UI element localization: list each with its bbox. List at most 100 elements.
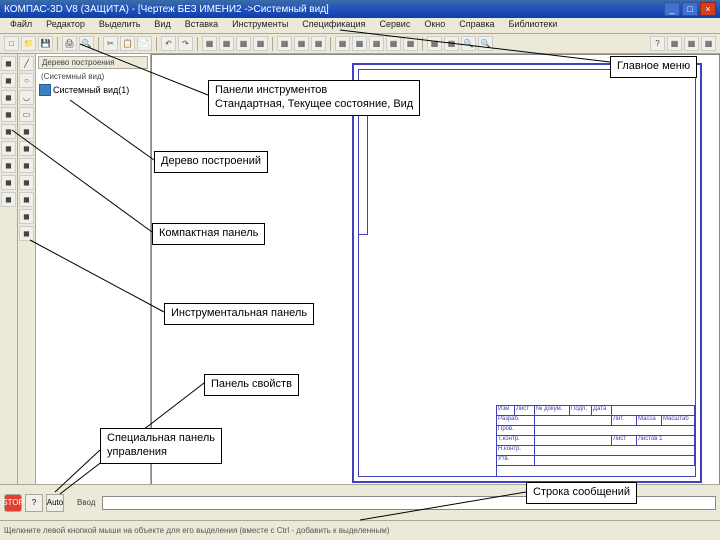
status-bar: Щелкните левой кнопкой мыши на объекте д… xyxy=(0,520,720,540)
line-tool-icon[interactable]: ╱ xyxy=(19,56,34,71)
menu-edit[interactable]: Редактор xyxy=(40,18,91,33)
menubar: Файл Редактор Выделить Вид Вставка Инстр… xyxy=(0,18,720,34)
tb-icon[interactable]: ▦ xyxy=(352,36,367,51)
separator xyxy=(422,37,423,51)
tb-cell: Лит. xyxy=(612,416,637,425)
tb-icon[interactable]: ▦ xyxy=(236,36,251,51)
undo-icon[interactable]: ↶ xyxy=(161,36,176,51)
copy-icon[interactable]: 📋 xyxy=(120,36,135,51)
tool-icon[interactable]: ◼ xyxy=(19,175,34,190)
standard-toolbar: □ 📁 💾 🖨 🔍 ✂ 📋 📄 ↶ ↷ ▦ ▦ ▦ ▦ ▦ ▦ ▦ ▦ ▦ ▦ … xyxy=(0,34,720,54)
tree-header2: (Системный вид) xyxy=(38,71,148,82)
tree-item[interactable]: Системный вид(1) xyxy=(38,83,148,97)
redo-icon[interactable]: ↷ xyxy=(178,36,193,51)
preview-icon[interactable]: 🔍 xyxy=(79,36,94,51)
separator xyxy=(197,37,198,51)
tool-icon[interactable]: ◼ xyxy=(19,158,34,173)
drawing-area[interactable]: Изм Лист № докум. Подп. Дата Разраб. Лит… xyxy=(151,54,720,520)
menu-window[interactable]: Окно xyxy=(418,18,451,33)
tb-icon[interactable]: ▦ xyxy=(369,36,384,51)
title-block-row: Утв. xyxy=(497,456,695,466)
menu-tools[interactable]: Инструменты xyxy=(226,18,294,33)
tb-icon[interactable]: ▦ xyxy=(202,36,217,51)
callout-main-menu: Главное меню xyxy=(610,56,697,78)
rect-tool-icon[interactable]: ▭ xyxy=(19,107,34,122)
tool-icon[interactable]: ◼ xyxy=(1,73,16,88)
tool-icon[interactable]: ◼ xyxy=(1,124,16,139)
stop-button[interactable]: STOP xyxy=(4,494,22,512)
save-icon[interactable]: 💾 xyxy=(38,36,53,51)
titlebar: КОМПАС-3D V8 (ЗАЩИТА) - [Чертеж БЕЗ ИМЕН… xyxy=(0,0,720,18)
tb-icon[interactable]: ▦ xyxy=(427,36,442,51)
tb-cell: Лист xyxy=(515,406,535,415)
separator xyxy=(156,37,157,51)
zoom-out-icon[interactable]: 🔍 xyxy=(478,36,493,51)
tool-icon[interactable]: ◼ xyxy=(1,107,16,122)
tb-icon[interactable]: ▦ xyxy=(335,36,350,51)
callout-build-tree: Дерево построений xyxy=(154,151,268,173)
minimize-button[interactable]: _ xyxy=(664,2,680,16)
tb-cell xyxy=(535,456,695,465)
menu-view[interactable]: Вид xyxy=(148,18,176,33)
tb-icon[interactable]: ▦ xyxy=(386,36,401,51)
close-button[interactable]: × xyxy=(700,2,716,16)
tool-icon[interactable]: ◼ xyxy=(1,141,16,156)
help-icon[interactable]: ? xyxy=(650,36,665,51)
tb-icon[interactable]: ▦ xyxy=(253,36,268,51)
tb-cell: Н.контр. xyxy=(497,446,535,455)
title-block-row: Н.контр. xyxy=(497,446,695,456)
callout-props: Панель свойств xyxy=(204,374,299,396)
tb-cell: Лист xyxy=(612,436,637,445)
new-icon[interactable]: □ xyxy=(4,36,19,51)
paste-icon[interactable]: 📄 xyxy=(137,36,152,51)
tool-icon[interactable]: ◼ xyxy=(19,141,34,156)
tb-icon[interactable]: ▦ xyxy=(684,36,699,51)
tool-icon[interactable]: ◼ xyxy=(1,90,16,105)
tool-icon[interactable]: ◼ xyxy=(19,209,34,224)
prop-label: Ввод xyxy=(77,498,95,507)
print-icon[interactable]: 🖨 xyxy=(62,36,77,51)
separator xyxy=(272,37,273,51)
tb-icon[interactable]: ▦ xyxy=(701,36,716,51)
tool-icon[interactable]: ◼ xyxy=(19,192,34,207)
circle-tool-icon[interactable]: ○ xyxy=(19,73,34,88)
tool-icon[interactable]: ◼ xyxy=(1,175,16,190)
tool-icon[interactable]: ◼ xyxy=(1,192,16,207)
tb-icon[interactable]: ▦ xyxy=(277,36,292,51)
tb-cell: Дата xyxy=(592,406,612,415)
menu-service[interactable]: Сервис xyxy=(374,18,417,33)
tb-icon[interactable]: ▦ xyxy=(403,36,418,51)
menu-lib[interactable]: Библиотеки xyxy=(503,18,564,33)
help-button[interactable]: ? xyxy=(25,494,43,512)
tb-icon[interactable]: ▦ xyxy=(294,36,309,51)
tb-icon[interactable]: ▦ xyxy=(311,36,326,51)
menu-help[interactable]: Справка xyxy=(453,18,500,33)
tool-icon[interactable]: ◼ xyxy=(1,158,16,173)
tree-item-label: Системный вид(1) xyxy=(53,85,129,95)
tb-cell: Пров. xyxy=(497,426,535,435)
tool-icon[interactable]: ◼ xyxy=(19,124,34,139)
tb-cell: Листов 1 xyxy=(637,436,695,445)
tb-cell: № докум. xyxy=(535,406,570,415)
tb-icon[interactable]: ▦ xyxy=(444,36,459,51)
title-block-row: Т.контр. Лист Листов 1 xyxy=(497,436,695,446)
open-icon[interactable]: 📁 xyxy=(21,36,36,51)
zoom-in-icon[interactable]: 🔍 xyxy=(461,36,476,51)
menu-file[interactable]: Файл xyxy=(4,18,38,33)
tb-icon[interactable]: ▦ xyxy=(219,36,234,51)
arc-tool-icon[interactable]: ◡ xyxy=(19,90,34,105)
tool-icon[interactable]: ◼ xyxy=(19,226,34,241)
maximize-button[interactable]: □ xyxy=(682,2,698,16)
callout-special: Специальная панель управления xyxy=(100,428,222,464)
title-block: Изм Лист № докум. Подп. Дата Разраб. Лит… xyxy=(496,405,696,477)
menu-insert[interactable]: Вставка xyxy=(179,18,224,33)
cut-icon[interactable]: ✂ xyxy=(103,36,118,51)
menu-select[interactable]: Выделить xyxy=(93,18,147,33)
tb-icon[interactable]: ▦ xyxy=(667,36,682,51)
tb-cell: Подп. xyxy=(570,406,592,415)
tb-cell: Утв. xyxy=(497,456,535,465)
auto-button[interactable]: Auto xyxy=(46,494,64,512)
window-title: КОМПАС-3D V8 (ЗАЩИТА) - [Чертеж БЕЗ ИМЕН… xyxy=(4,4,329,15)
tool-icon[interactable]: ◼ xyxy=(1,56,16,71)
menu-spec[interactable]: Спецификация xyxy=(296,18,371,33)
